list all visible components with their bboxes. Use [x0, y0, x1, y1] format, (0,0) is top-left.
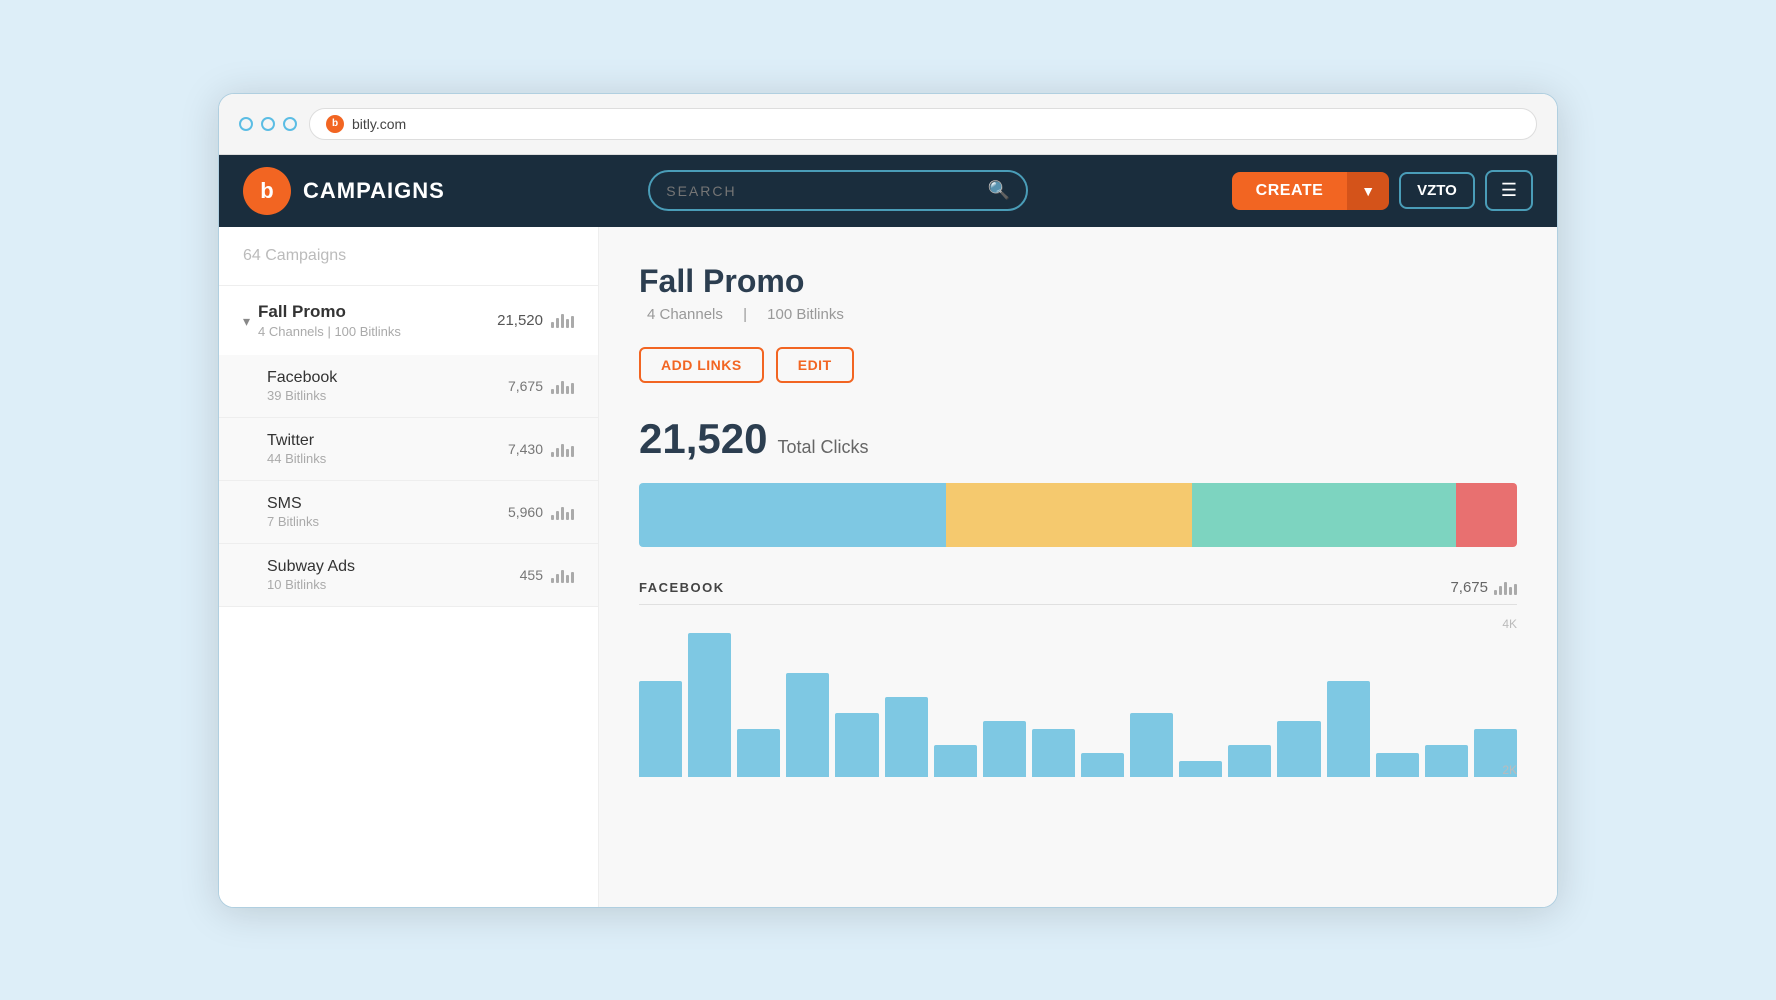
- campaign-name: Fall Promo: [258, 302, 497, 322]
- chart-bar: [688, 633, 731, 777]
- campaign-row[interactable]: ▾ Fall Promo 4 Channels | 100 Bitlinks 2…: [219, 286, 598, 355]
- chart-bar: [1130, 713, 1173, 777]
- hamburger-menu-button[interactable]: ☰: [1485, 170, 1533, 211]
- channel-meta: 39 Bitlinks: [267, 388, 508, 403]
- browser-dots: [239, 117, 297, 131]
- chart-bar: [1376, 753, 1419, 777]
- bar-segment-twitter: [946, 483, 1192, 547]
- list-item[interactable]: SMS 7 Bitlinks 5,960: [219, 481, 598, 544]
- chart-bar: [1474, 729, 1517, 777]
- nav-title: CAMPAIGNS: [303, 178, 445, 204]
- chart-bar: [1032, 729, 1075, 777]
- y-axis-label-4k: 4K: [1502, 617, 1517, 631]
- favicon: b: [326, 115, 344, 133]
- total-clicks: 21,520 Total Clicks: [639, 415, 1517, 463]
- create-btn-group: CREATE ▼: [1232, 172, 1389, 210]
- channel-info: Subway Ads 10 Bitlinks: [267, 558, 520, 592]
- browser-dot-1[interactable]: [239, 117, 253, 131]
- channel-list: Facebook 39 Bitlinks 7,675: [219, 355, 598, 606]
- create-button[interactable]: CREATE: [1232, 172, 1348, 210]
- bar-chart-icon: [551, 312, 574, 328]
- channel-stats: 7,430: [508, 441, 574, 457]
- chart-bar: [639, 681, 682, 777]
- channel-name: Twitter: [267, 432, 508, 450]
- chart-bar: [1277, 721, 1320, 777]
- chart-bar: [737, 729, 780, 777]
- facebook-section-header: FACEBOOK 7,675: [639, 579, 1517, 605]
- panel-actions: ADD LINKS EDIT: [639, 347, 1517, 383]
- browser-chrome: b bitly.com: [219, 94, 1557, 155]
- channel-name: Facebook: [267, 369, 508, 387]
- bar-segment-subway: [1456, 483, 1517, 547]
- stacked-bar-chart: [639, 483, 1517, 547]
- chart-bar: [786, 673, 829, 777]
- search-icon: 🔍: [988, 180, 1010, 201]
- chart-bar: [1425, 745, 1468, 777]
- chart-bar: [1228, 745, 1271, 777]
- bar-chart-icon: [551, 441, 574, 457]
- facebook-bar-chart-container: 4K 2K: [639, 617, 1517, 777]
- channel-stats: 7,675: [508, 378, 574, 394]
- chevron-down-icon: ▾: [243, 313, 250, 330]
- channel-meta: 44 Bitlinks: [267, 451, 508, 466]
- sidebar-header: 64 Campaigns: [219, 227, 598, 286]
- app-body: 64 Campaigns ▾ Fall Promo 4 Channels | 1…: [219, 227, 1557, 907]
- channel-stats: 455: [520, 567, 574, 583]
- panel-subtitle: 4 Channels | 100 Bitlinks: [639, 306, 1517, 323]
- url-text: bitly.com: [352, 116, 406, 132]
- list-item[interactable]: Facebook 39 Bitlinks 7,675: [219, 355, 598, 418]
- main-panel: Fall Promo 4 Channels | 100 Bitlinks ADD…: [599, 227, 1557, 907]
- url-bar[interactable]: b bitly.com: [309, 108, 1537, 140]
- bar-chart-icon: [551, 504, 574, 520]
- campaign-item: ▾ Fall Promo 4 Channels | 100 Bitlinks 2…: [219, 286, 598, 607]
- bar-segment-sms: [1192, 483, 1455, 547]
- add-links-button[interactable]: ADD LINKS: [639, 347, 764, 383]
- chart-bar: [1327, 681, 1370, 777]
- create-dropdown-button[interactable]: ▼: [1347, 172, 1389, 210]
- bar-chart-icon: [1494, 579, 1517, 595]
- channel-name: SMS: [267, 495, 508, 513]
- channel-info: SMS 7 Bitlinks: [267, 495, 508, 529]
- chart-bar: [885, 697, 928, 777]
- search-bar[interactable]: 🔍: [648, 170, 1028, 211]
- channel-info: Facebook 39 Bitlinks: [267, 369, 508, 403]
- edit-button[interactable]: EDIT: [776, 347, 854, 383]
- bar-chart-icon: [551, 378, 574, 394]
- list-item[interactable]: Subway Ads 10 Bitlinks 455: [219, 544, 598, 606]
- page-title: Fall Promo: [639, 263, 1517, 300]
- channel-name: Subway Ads: [267, 558, 520, 576]
- channel-info: Twitter 44 Bitlinks: [267, 432, 508, 466]
- channel-stats: 5,960: [508, 504, 574, 520]
- chart-bar: [934, 745, 977, 777]
- user-menu-button[interactable]: VZTO: [1399, 172, 1475, 209]
- campaign-meta: 4 Channels | 100 Bitlinks: [258, 324, 497, 339]
- clicks-label: Total Clicks: [777, 437, 868, 458]
- browser-dot-3[interactable]: [283, 117, 297, 131]
- campaign-info: Fall Promo 4 Channels | 100 Bitlinks: [258, 302, 497, 339]
- chart-bar: [1179, 761, 1222, 777]
- bar-segment-facebook: [639, 483, 946, 547]
- chart-bar: [983, 721, 1026, 777]
- chart-bar: [835, 713, 878, 777]
- logo-icon: b: [243, 167, 291, 215]
- bar-chart-icon: [551, 567, 574, 583]
- facebook-section-title: FACEBOOK: [639, 580, 725, 595]
- nav-search: 🔍: [465, 170, 1212, 211]
- browser-window: b bitly.com b CAMPAIGNS 🔍 CREATE ▼ VZTO …: [218, 93, 1558, 908]
- channel-meta: 7 Bitlinks: [267, 514, 508, 529]
- app-nav: b CAMPAIGNS 🔍 CREATE ▼ VZTO ☰: [219, 155, 1557, 227]
- list-item[interactable]: Twitter 44 Bitlinks 7,430: [219, 418, 598, 481]
- nav-logo: b CAMPAIGNS: [243, 167, 445, 215]
- facebook-bar-chart: 4K 2K: [639, 617, 1517, 777]
- facebook-section-count: 7,675: [1450, 579, 1517, 596]
- sidebar: 64 Campaigns ▾ Fall Promo 4 Channels | 1…: [219, 227, 599, 907]
- chart-bar: [1081, 753, 1124, 777]
- channel-meta: 10 Bitlinks: [267, 577, 520, 592]
- browser-dot-2[interactable]: [261, 117, 275, 131]
- search-input[interactable]: [666, 183, 978, 199]
- nav-actions: CREATE ▼ VZTO ☰: [1232, 170, 1533, 211]
- campaign-stats: 21,520: [497, 312, 574, 329]
- clicks-number: 21,520: [639, 415, 767, 463]
